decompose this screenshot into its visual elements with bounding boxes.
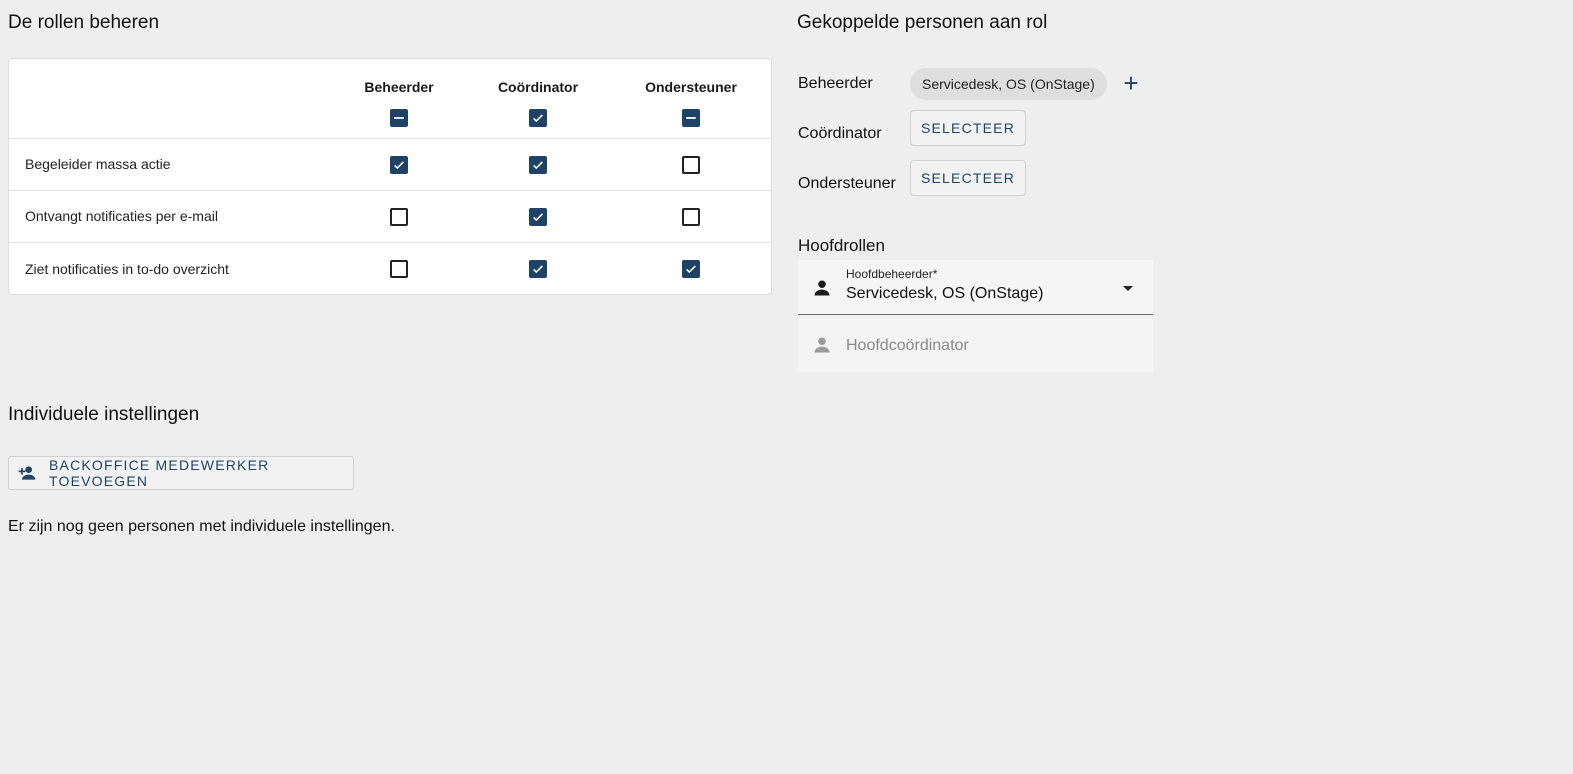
- role-label-coordinator: Coördinator: [798, 125, 882, 142]
- linked-persons-title: Gekoppelde personen aan rol: [797, 12, 1048, 33]
- person-icon: [814, 337, 830, 353]
- add-beheerder-icon[interactable]: +: [1120, 70, 1142, 96]
- row-label-notificaties-todo: Ziet notificaties in to-do overzicht: [25, 261, 229, 277]
- role-label-ondersteuner: Ondersteuner: [798, 175, 896, 192]
- person-chip-beheerder[interactable]: Servicedesk, OS (OnStage): [910, 68, 1107, 100]
- hoofdcoordinator-placeholder: Hoofdcoördinator: [846, 337, 969, 354]
- checkbox-ondersteuner[interactable]: [682, 156, 700, 174]
- checkbox-coordinator[interactable]: [529, 208, 547, 226]
- hoofdbeheerder-value: Servicedesk, OS (OnStage): [846, 285, 1044, 302]
- checkbox-coordinator[interactable]: [529, 156, 547, 174]
- hoofdcoordinator-select[interactable]: Hoofdcoördinator: [798, 318, 1153, 372]
- row-divider: [9, 138, 771, 139]
- role-label-beheerder: Beheerder: [798, 75, 873, 92]
- select-all-checkbox-ondersteuner[interactable]: [682, 109, 700, 127]
- checkbox-beheerder[interactable]: [390, 260, 408, 278]
- checkbox-ondersteuner[interactable]: [682, 208, 700, 226]
- roles-table: Beheerder Coördinator Ondersteuner Begel…: [8, 58, 772, 295]
- checkbox-beheerder[interactable]: [390, 208, 408, 226]
- checkbox-coordinator[interactable]: [529, 260, 547, 278]
- hoofdbeheerder-label: Hoofdbeheerder*: [846, 267, 938, 281]
- chevron-down-icon[interactable]: [1123, 286, 1133, 291]
- row-divider: [9, 190, 771, 191]
- select-ondersteuner-button[interactable]: SELECTEER: [910, 160, 1026, 196]
- hoofdbeheerder-select[interactable]: Hoofdbeheerder* Servicedesk, OS (OnStage…: [798, 260, 1153, 315]
- checkbox-ondersteuner[interactable]: [682, 260, 700, 278]
- person-icon: [814, 280, 830, 296]
- select-coordinator-button[interactable]: SELECTEER: [910, 110, 1026, 146]
- no-individual-settings-text: Er zijn nog geen personen met individuel…: [8, 518, 395, 535]
- individual-settings-title: Individuele instellingen: [8, 404, 200, 425]
- main-roles-title: Hoofdrollen: [798, 236, 885, 255]
- roles-title: De rollen beheren: [8, 12, 160, 33]
- add-backoffice-employee-label: BACKOFFICE MEDEWERKER TOEVOEGEN: [49, 457, 270, 489]
- row-label-notificaties-email: Ontvangt notificaties per e-mail: [25, 208, 218, 224]
- column-header-ondersteuner: Ondersteuner: [645, 79, 737, 95]
- row-label-begeleider: Begeleider massa actie: [25, 156, 171, 172]
- column-header-coordinator: Coördinator: [497, 79, 579, 95]
- add-backoffice-employee-button[interactable]: BACKOFFICE MEDEWERKER TOEVOEGEN: [8, 456, 354, 490]
- person-add-icon: [17, 463, 37, 483]
- select-all-checkbox-beheerder[interactable]: [390, 109, 408, 127]
- column-header-beheerder: Beheerder: [364, 79, 434, 95]
- select-all-checkbox-coordinator[interactable]: [529, 109, 547, 127]
- row-divider: [9, 242, 771, 243]
- checkbox-beheerder[interactable]: [390, 156, 408, 174]
